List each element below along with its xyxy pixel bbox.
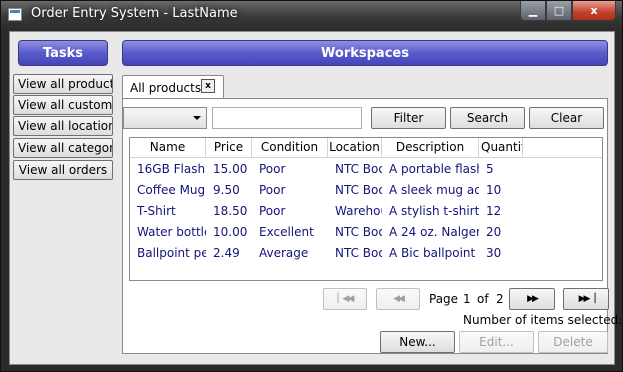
close-button[interactable]: x: [572, 1, 616, 21]
table-row[interactable]: 16GB Flash Drive 15.00 Poor NTC Bookstor…: [130, 159, 602, 180]
search-button[interactable]: Search: [450, 107, 525, 129]
cell-quantity: 12: [486, 204, 502, 218]
last-page-button[interactable]: ▶▶▕: [563, 288, 609, 310]
search-input[interactable]: [212, 107, 362, 129]
workspaces-header: Workspaces: [122, 40, 608, 66]
column-header-quantity[interactable]: Quantity: [479, 138, 523, 158]
view-all-customers-button[interactable]: View all customers: [13, 95, 113, 115]
cell-condition: Poor: [259, 162, 286, 176]
cell-price: 15.00: [213, 162, 248, 176]
tab-label: All products: [130, 80, 202, 95]
maximize-button[interactable]: □: [546, 1, 572, 21]
cell-quantity: 20: [486, 225, 502, 239]
app-window: Order Entry System - LastName ▁ □ x Task…: [0, 0, 623, 372]
column-header-price[interactable]: Price: [206, 138, 252, 158]
cell-name: Ballpoint pen: [137, 246, 206, 260]
edit-button[interactable]: Edit...: [459, 331, 534, 353]
view-all-products-button[interactable]: View all products: [13, 74, 113, 94]
cell-name: T-Shirt: [137, 204, 176, 218]
cell-price: 18.50: [213, 204, 248, 218]
title-bar[interactable]: Order Entry System - LastName ▁ □ x: [1, 1, 622, 29]
filter-button[interactable]: Filter: [371, 107, 446, 129]
cell-description: A sleek mug adorned: [389, 183, 479, 197]
filter-property-combo[interactable]: [123, 107, 207, 129]
app-icon: [8, 8, 22, 21]
main-client-area: Tasks View all products View all custome…: [9, 31, 623, 365]
next-page-icon: ▶▶: [527, 294, 539, 304]
current-page-value: 1: [463, 292, 471, 306]
cell-condition: Average: [259, 246, 309, 260]
previous-page-button[interactable]: ◀◀: [376, 288, 420, 310]
window-title: Order Entry System - LastName: [31, 6, 238, 21]
selection-status: Number of items selected: 0: [463, 313, 623, 327]
next-page-button[interactable]: ▶▶: [509, 288, 555, 310]
page-label: Page: [429, 292, 459, 306]
tab-close-button[interactable]: x: [201, 79, 215, 93]
cell-location: NTC Bookstore: [335, 246, 382, 260]
last-page-icon: ▶▶▕: [578, 294, 596, 304]
cell-location: NTC Bookstore: [335, 225, 382, 239]
first-page-icon: ▏◀◀: [337, 294, 355, 304]
cell-name: Coffee Mug: [137, 183, 206, 197]
table-row[interactable]: T-Shirt 18.50 Poor Warehouse A stylish t…: [130, 201, 602, 222]
delete-button[interactable]: Delete: [538, 331, 608, 353]
cell-description: A 24 oz. Nalgene bottle: [389, 225, 479, 239]
cell-condition: Excellent: [259, 225, 314, 239]
new-button[interactable]: New...: [380, 331, 455, 353]
cell-condition: Poor: [259, 204, 286, 218]
cell-price: 10.00: [213, 225, 248, 239]
cell-location: NTC Bookstore: [335, 183, 382, 197]
column-header-name[interactable]: Name: [130, 138, 206, 158]
caption-buttons: ▁ □ x: [520, 1, 616, 21]
table-row[interactable]: Water bottle 10.00 Excellent NTC Booksto…: [130, 222, 602, 243]
cell-quantity: 30: [486, 246, 502, 260]
view-all-orders-button[interactable]: View all orders: [13, 160, 113, 180]
view-all-categories-button[interactable]: View all categories: [13, 138, 113, 158]
table-row[interactable]: Coffee Mug 9.50 Poor NTC Bookstore A sle…: [130, 180, 602, 201]
cell-quantity: 5: [486, 162, 494, 176]
cell-name: Water bottle: [137, 225, 206, 239]
view-all-locations-button[interactable]: View all locations: [13, 116, 113, 136]
of-label: of: [477, 292, 489, 306]
tasks-header: Tasks: [18, 40, 108, 66]
cell-location: NTC Bookstore: [335, 162, 382, 176]
cell-quantity: 10: [486, 183, 502, 197]
column-header-location[interactable]: Location: [328, 138, 382, 158]
cell-name: 16GB Flash Drive: [137, 162, 206, 176]
first-page-button[interactable]: ▏◀◀: [323, 288, 367, 310]
grid-header: Name Price Condition Location Descriptio…: [130, 138, 602, 158]
cell-description: A portable flash drive: [389, 162, 479, 176]
products-grid[interactable]: Name Price Condition Location Descriptio…: [129, 137, 603, 281]
cell-location: Warehouse: [335, 204, 382, 218]
minimize-button[interactable]: ▁: [520, 1, 546, 21]
column-header-condition[interactable]: Condition: [252, 138, 328, 158]
cell-description: A Bic ballpoint pen: [389, 246, 479, 260]
tab-all-products[interactable]: All products x: [122, 75, 224, 99]
clear-button[interactable]: Clear: [529, 107, 604, 129]
table-row[interactable]: Ballpoint pen 2.49 Average NTC Bookstore…: [130, 243, 602, 264]
total-pages-value: 2: [496, 292, 504, 306]
chevron-down-icon: [193, 116, 201, 120]
all-products-workspace: Filter Search Clear Name Price Condition…: [122, 98, 623, 354]
cell-condition: Poor: [259, 183, 286, 197]
cell-price: 9.50: [213, 183, 240, 197]
previous-page-icon: ◀◀: [393, 294, 405, 304]
cell-price: 2.49: [213, 246, 240, 260]
cell-description: A stylish t-shirt sporting: [389, 204, 479, 218]
column-header-description[interactable]: Description: [382, 138, 479, 158]
